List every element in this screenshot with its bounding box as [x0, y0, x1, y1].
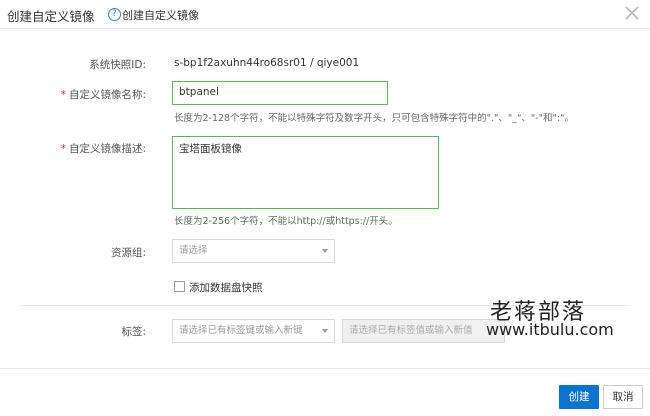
tag-value-placeholder: 请选择已有标签值或输入新值	[349, 325, 473, 336]
chevron-down-icon	[322, 329, 328, 333]
chevron-down-icon	[322, 249, 328, 253]
image-desc-hint: 长度为2-256个字符，不能以http://或https://开头。	[174, 216, 398, 227]
data-disk-checkbox[interactable]	[174, 281, 185, 292]
close-icon[interactable]	[623, 4, 641, 22]
tag-key-select[interactable]: 请选择已有标签键或输入新键	[172, 319, 335, 343]
image-desc-label: * 自定义镜像描述:	[6, 141, 146, 156]
help-icon[interactable]: ?	[108, 8, 121, 21]
resource-group-select[interactable]: 请选择	[172, 239, 335, 263]
image-desc-label-text: 自定义镜像描述:	[68, 143, 146, 155]
dialog-footer: 创建 取消	[0, 368, 650, 416]
help-link[interactable]: 创建自定义镜像	[122, 7, 199, 23]
image-name-label: * 自定义镜像名称:	[6, 87, 146, 102]
tag-key-placeholder: 请选择已有标签键或输入新键	[179, 325, 303, 336]
data-disk-label[interactable]: 添加数据盘快照	[189, 280, 263, 295]
watermark-url: www.itbulu.com	[486, 320, 614, 339]
tag-value-select[interactable]: 请选择已有标签值或输入新值	[342, 319, 505, 343]
create-button[interactable]: 创建	[559, 385, 599, 409]
resource-group-placeholder: 请选择	[179, 245, 208, 256]
required-mark: *	[60, 89, 66, 101]
snapshot-id-label: 系统快照ID:	[89, 59, 146, 71]
dialog-title: 创建自定义镜像	[7, 9, 95, 24]
snapshot-id-value: s-bp1f2axuhn44ro68sr01 / qiye001	[174, 57, 360, 69]
image-desc-textarea[interactable]: 宝塔面板镜像	[172, 136, 439, 209]
resource-group-label: 资源组:	[110, 247, 146, 259]
required-mark: *	[60, 143, 66, 155]
image-name-label-text: 自定义镜像名称:	[68, 89, 146, 101]
dialog-header: 创建自定义镜像 ? 创建自定义镜像	[0, 0, 650, 29]
image-name-hint: 长度为2-128个字符，不能以特殊字符及数字开头，只可包含特殊字符中的"."、"…	[174, 113, 574, 124]
tags-label: 标签:	[121, 326, 146, 338]
image-name-input[interactable]: btpanel	[172, 81, 388, 105]
cancel-button[interactable]: 取消	[603, 385, 643, 409]
